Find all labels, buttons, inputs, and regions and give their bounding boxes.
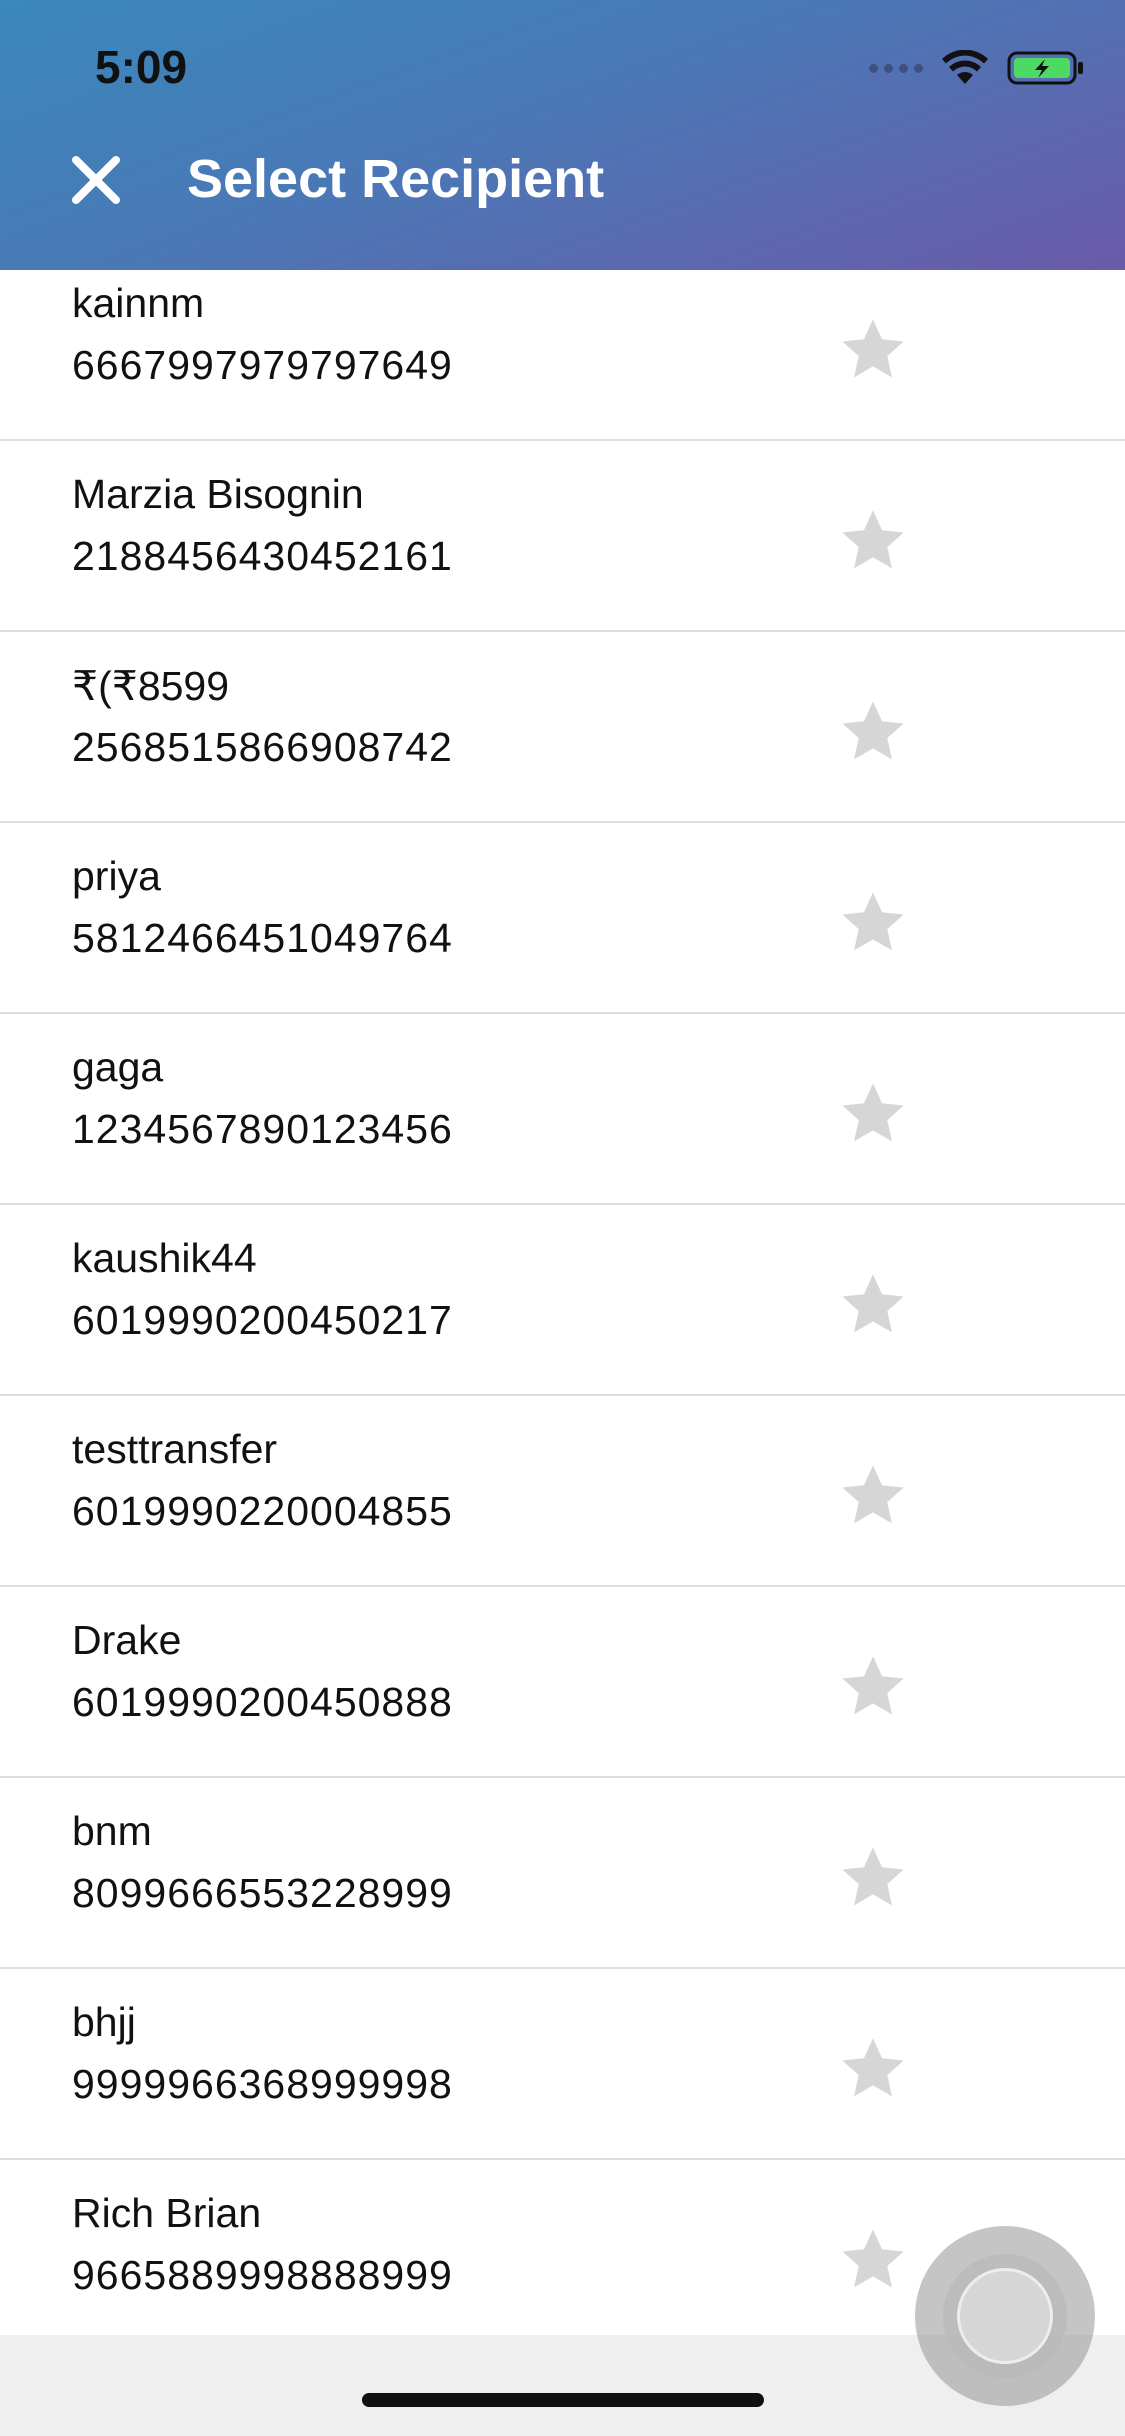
assistive-touch-center — [957, 2268, 1053, 2364]
recipient-number: 9999966368999998 — [72, 2061, 453, 2107]
recipient-name: kaushik44 — [72, 1235, 257, 1281]
recipient-number: 6019990220004855 — [72, 1488, 453, 1534]
status-time: 5:09 — [95, 41, 188, 93]
recipient-list[interactable]: kainnm 6667997979797649 Marzia Bisognin … — [0, 270, 1125, 2335]
recipient-number: 2188456430452161 — [72, 533, 453, 579]
list-item[interactable]: kaushik44 6019990200450217 — [0, 1205, 1125, 1396]
star-icon[interactable] — [838, 1270, 908, 1340]
list-item[interactable]: kainnm 6667997979797649 — [0, 270, 1125, 441]
star-icon[interactable] — [838, 888, 908, 958]
home-indicator[interactable] — [362, 2393, 764, 2407]
list-item[interactable]: ₹(₹8599 2568515866908742 — [0, 632, 1125, 823]
header-bar: 5:09 Select Recipient — [0, 0, 1125, 270]
cellular-signal-icon — [869, 63, 923, 73]
wifi-icon — [942, 50, 988, 84]
recipient-number: 9665889998888999 — [72, 2252, 453, 2298]
star-icon[interactable] — [838, 1079, 908, 1149]
star-icon[interactable] — [838, 506, 908, 576]
list-item[interactable]: bhjj 9999966368999998 — [0, 1969, 1125, 2160]
status-icons — [869, 48, 1085, 88]
recipient-name: Rich Brian — [72, 2190, 262, 2236]
recipient-name: testtransfer — [72, 1426, 278, 1472]
recipient-name: bhjj — [72, 1999, 136, 2045]
star-icon[interactable] — [838, 697, 908, 767]
star-icon[interactable] — [838, 2225, 908, 2295]
recipient-number: 6667997979797649 — [72, 342, 453, 388]
star-icon[interactable] — [838, 1652, 908, 1722]
list-item[interactable]: Marzia Bisognin 2188456430452161 — [0, 441, 1125, 632]
list-item[interactable]: testtransfer 6019990220004855 — [0, 1396, 1125, 1587]
recipient-name: gaga — [72, 1044, 164, 1090]
recipient-number: 8099666553228999 — [72, 1870, 453, 1916]
recipient-name: priya — [72, 853, 161, 899]
close-icon[interactable] — [66, 150, 126, 210]
recipient-name: kainnm — [72, 280, 205, 326]
recipient-name: Drake — [72, 1617, 182, 1663]
recipient-name: bnm — [72, 1808, 152, 1854]
recipient-name: ₹(₹8599 — [72, 663, 230, 709]
list-item[interactable]: bnm 8099666553228999 — [0, 1778, 1125, 1969]
star-icon[interactable] — [838, 1843, 908, 1913]
battery-icon — [1007, 51, 1083, 85]
recipient-number: 5812466451049764 — [72, 915, 453, 961]
star-icon[interactable] — [838, 2034, 908, 2104]
recipient-number: 1234567890123456 — [72, 1106, 453, 1152]
list-item[interactable]: priya 5812466451049764 — [0, 823, 1125, 1014]
recipient-number: 2568515866908742 — [72, 724, 453, 770]
page-title: Select Recipient — [187, 149, 605, 209]
recipient-name: Marzia Bisognin — [72, 471, 364, 517]
list-item[interactable]: Drake 6019990200450888 — [0, 1587, 1125, 1778]
star-icon[interactable] — [838, 315, 908, 385]
recipient-number: 6019990200450888 — [72, 1679, 453, 1725]
list-item[interactable]: gaga 1234567890123456 — [0, 1014, 1125, 1205]
recipient-number: 6019990200450217 — [72, 1297, 453, 1343]
assistive-touch-button[interactable] — [915, 2226, 1095, 2406]
star-icon[interactable] — [838, 1461, 908, 1531]
